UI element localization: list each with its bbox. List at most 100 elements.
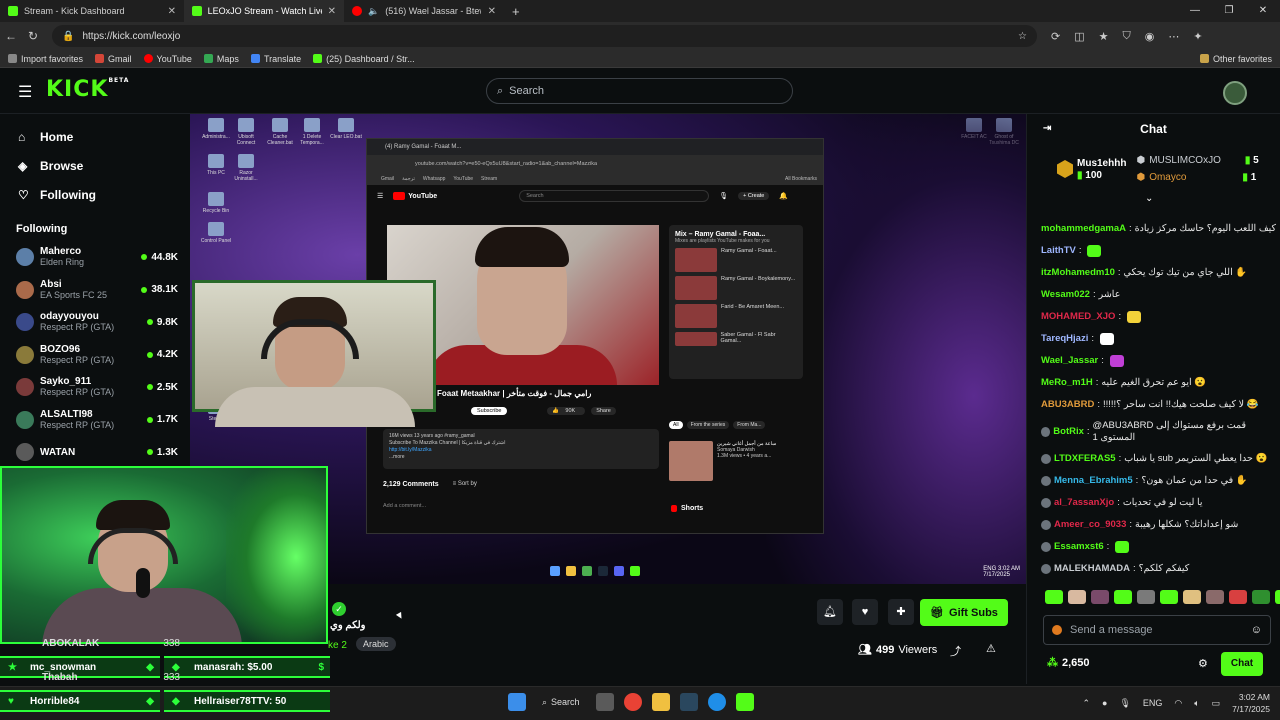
chat-username[interactable]: Menna_Ebrahim5 bbox=[1054, 470, 1133, 492]
expand-chevron-icon[interactable]: ⌄ bbox=[1145, 193, 1153, 204]
extensions-icon[interactable]: ⟳ bbox=[1051, 30, 1060, 43]
chat-username[interactable]: LTDXFERAS5 bbox=[1054, 448, 1116, 470]
chat-username[interactable]: ABU3ABRD bbox=[1041, 394, 1094, 416]
menu-icon[interactable]: ☰ bbox=[18, 82, 32, 102]
tray-app-icon[interactable]: ● bbox=[1102, 698, 1107, 708]
more-icon[interactable]: ⋯ bbox=[1168, 30, 1179, 43]
follow-heart-icon[interactable]: ♥ bbox=[852, 599, 878, 625]
file-explorer-icon[interactable] bbox=[651, 693, 670, 711]
volume-icon[interactable]: 🔈︎ bbox=[1194, 698, 1199, 709]
chat-username[interactable]: itzMohamedm10 bbox=[1041, 262, 1115, 284]
windows-start-icon[interactable] bbox=[508, 693, 526, 711]
edge-icon[interactable] bbox=[707, 693, 726, 711]
clip-icon[interactable]: ✚ bbox=[888, 599, 914, 625]
kick-app-icon[interactable] bbox=[735, 693, 754, 711]
copilot-icon[interactable]: ✦ bbox=[1193, 30, 1202, 43]
chat-username[interactable]: TareqHjazi bbox=[1041, 328, 1088, 350]
chat-username[interactable]: Wael_Jassar bbox=[1041, 350, 1098, 372]
emote-icon[interactable] bbox=[1068, 590, 1086, 604]
chat-username[interactable]: al_7assanXjo bbox=[1054, 492, 1114, 514]
back-icon[interactable]: ← bbox=[0, 29, 22, 43]
restore-icon[interactable]: ❐ bbox=[1212, 0, 1246, 22]
following-item[interactable]: odayyouyou Respect RP (GTA) 9.8K bbox=[0, 306, 190, 339]
nav-browse[interactable]: ◈ Browse bbox=[0, 151, 190, 180]
shield-icon[interactable]: ⛉ bbox=[1123, 30, 1131, 43]
steam-icon[interactable] bbox=[679, 693, 698, 711]
url-field[interactable]: 🔒 https://kick.com/leoxjo ☆ bbox=[52, 25, 1037, 47]
task-view-icon[interactable] bbox=[595, 693, 614, 711]
share-icon[interactable]: ⤴ bbox=[950, 643, 961, 659]
bookmark-maps[interactable]: Maps bbox=[203, 54, 239, 64]
chrome-icon[interactable] bbox=[623, 693, 642, 711]
chat-username[interactable]: BotRix bbox=[1053, 426, 1084, 438]
stream-category[interactable]: ke 2 bbox=[328, 640, 347, 651]
bookmark-youtube[interactable]: YouTube bbox=[143, 54, 192, 64]
tab-leoxjo-stream[interactable]: LEOxJO Stream - Watch Live on Kick ✕ bbox=[184, 0, 344, 22]
bookmark-import[interactable]: Import favorites bbox=[8, 54, 83, 64]
mic-icon[interactable]: 🎙︎ bbox=[1119, 698, 1130, 709]
emote-icon[interactable] bbox=[1045, 590, 1063, 604]
emote-icon[interactable] bbox=[1160, 590, 1178, 604]
input-language[interactable]: ENG bbox=[1143, 698, 1163, 708]
favorites-icon[interactable]: ★ bbox=[1099, 30, 1109, 43]
chat-input[interactable]: Send a message ☺ bbox=[1043, 615, 1271, 645]
bookmark-gmail[interactable]: Gmail bbox=[95, 54, 132, 64]
emote-icon[interactable] bbox=[1252, 590, 1270, 604]
close-icon[interactable]: ✕ bbox=[328, 6, 336, 17]
emote-icon[interactable] bbox=[1229, 590, 1247, 604]
battery-icon[interactable]: ▭ bbox=[1212, 698, 1221, 709]
top-gifter[interactable]: Mus1ehhh ▮ 100 bbox=[1057, 158, 1126, 181]
gift-subs-button[interactable]: 🎁︎ Gift Subs bbox=[920, 599, 1008, 626]
chat-username[interactable]: mohammedgamaA bbox=[1041, 218, 1126, 240]
emote-icon[interactable] bbox=[1137, 590, 1155, 604]
emote-icon[interactable] bbox=[1206, 590, 1224, 604]
notification-bell-icon[interactable]: 🔔︎ bbox=[817, 599, 843, 625]
speaker-icon[interactable]: 🔈 bbox=[368, 6, 379, 17]
tab-youtube[interactable]: 🔈 (516) Wael Jassar - Btew7ashni ✕ bbox=[344, 0, 504, 22]
kick-logo[interactable]: KICKBETA bbox=[46, 77, 129, 102]
emote-icon[interactable] bbox=[1091, 590, 1109, 604]
wifi-icon[interactable]: ◠ bbox=[1174, 698, 1182, 709]
send-chat-button[interactable]: Chat bbox=[1221, 652, 1263, 676]
split-screen-icon[interactable]: ◫ bbox=[1074, 30, 1084, 43]
chat-settings-icon[interactable]: ⚙ bbox=[1198, 657, 1208, 670]
bookmark-translate[interactable]: Translate bbox=[250, 54, 301, 64]
following-item[interactable]: Absi EA Sports FC 25 38.1K bbox=[0, 274, 190, 307]
nav-following[interactable]: ♡ Following bbox=[0, 180, 190, 209]
following-item[interactable]: Sayko_911 Respect RP (GTA) 2.5K bbox=[0, 371, 190, 404]
close-icon[interactable]: ✕ bbox=[488, 6, 496, 17]
following-item[interactable]: Maherco Elden Ring 44.8K bbox=[0, 241, 190, 274]
nav-home[interactable]: ⌂ Home bbox=[0, 122, 190, 151]
close-icon[interactable]: ✕ bbox=[168, 6, 176, 17]
chat-username[interactable]: Ameer_co_9033 bbox=[1054, 514, 1126, 536]
refresh-icon[interactable]: ↻ bbox=[22, 29, 44, 43]
chat-username[interactable]: LaithTV bbox=[1041, 240, 1076, 262]
taskbar-search[interactable]: ⌕ Search bbox=[536, 697, 586, 708]
points-icon[interactable] bbox=[1052, 625, 1062, 635]
profile-icon[interactable]: ◉ bbox=[1145, 30, 1155, 43]
emoji-icon[interactable]: ☺ bbox=[1251, 624, 1262, 636]
following-item[interactable]: ALSALTI98 Respect RP (GTA) 1.7K bbox=[0, 404, 190, 437]
following-item[interactable]: WATAN 1.3K bbox=[0, 436, 190, 469]
search-input[interactable]: ⌕ Search bbox=[486, 78, 793, 104]
channel-points[interactable]: ⁂ 2,650 bbox=[1047, 656, 1090, 670]
taskbar-clock[interactable]: 3:02 AM 7/17/2025 bbox=[1232, 691, 1270, 715]
chat-username[interactable]: MOHAMED_XJO bbox=[1041, 306, 1115, 328]
close-window-icon[interactable]: ✕ bbox=[1246, 0, 1280, 22]
gifter-row[interactable]: ⬢ MUSLIMCOxJO ▮ 5 bbox=[1136, 152, 1258, 169]
minimize-icon[interactable]: — bbox=[1178, 0, 1212, 22]
gifter-row[interactable]: ⬢ Omayco ▮ 1 bbox=[1136, 169, 1258, 186]
emote-icon[interactable] bbox=[1114, 590, 1132, 604]
page-info-icon[interactable]: 🔒 bbox=[62, 31, 74, 42]
tray-chevron-icon[interactable]: ⌃ bbox=[1082, 698, 1090, 709]
other-favorites[interactable]: Other favorites bbox=[1199, 54, 1272, 64]
new-tab-button[interactable]: + bbox=[504, 0, 528, 22]
following-item[interactable]: BOZO96 Respect RP (GTA) 4.2K bbox=[0, 339, 190, 372]
report-icon[interactable]: ⚠ bbox=[986, 642, 996, 655]
emote-icon[interactable] bbox=[1275, 590, 1280, 604]
user-avatar[interactable] bbox=[1223, 81, 1247, 105]
collapse-chat-icon[interactable]: ⇥ bbox=[1043, 123, 1051, 134]
tab-kick-dashboard[interactable]: Stream - Kick Dashboard ✕ bbox=[0, 0, 184, 22]
language-tag[interactable]: Arabic bbox=[356, 637, 396, 651]
chat-username[interactable]: Essamxst6 bbox=[1054, 536, 1104, 558]
